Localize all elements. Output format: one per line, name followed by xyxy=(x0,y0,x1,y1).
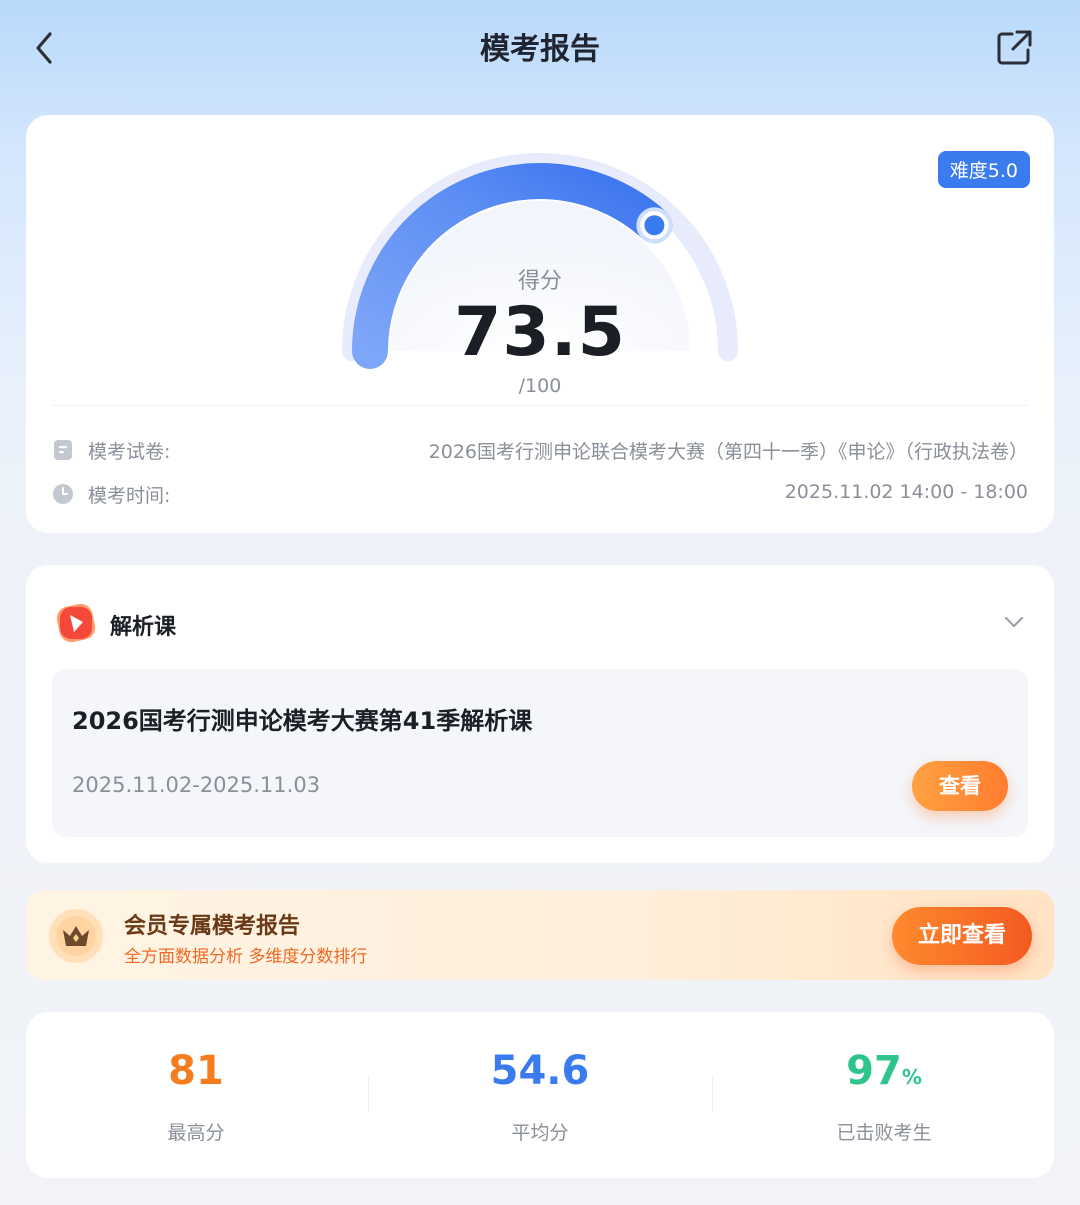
time-row: 模考时间: 2025.11.02 14:00 - 18:00 xyxy=(52,479,1028,509)
document-icon xyxy=(54,440,72,460)
time-label: 模考时间: xyxy=(88,485,171,507)
vip-subtitle: 全方面数据分析 多维度分数排行 xyxy=(124,947,368,967)
stat-value: 54.6 xyxy=(490,1048,590,1094)
stat-label: 已击败考生 xyxy=(836,1122,932,1144)
share-icon[interactable] xyxy=(994,28,1034,68)
stat-label: 最高分 xyxy=(167,1122,225,1144)
divider xyxy=(712,1076,713,1112)
stat-value: 81 xyxy=(168,1048,224,1094)
score-value: 73.5 xyxy=(454,293,626,372)
difficulty-badge: 难度5.0 xyxy=(937,151,1030,188)
vip-banner[interactable]: 会员专属模考报告 全方面数据分析 多维度分数排行 立即查看 xyxy=(26,890,1054,980)
paper-label: 模考试卷: xyxy=(88,441,171,463)
score-label: 得分 xyxy=(517,269,562,294)
stat-value: 97% xyxy=(846,1048,922,1094)
video-play-icon xyxy=(56,603,96,643)
section-title: 解析课 xyxy=(110,615,177,640)
view-button[interactable]: 查看 xyxy=(912,761,1008,811)
course-title: 2026国考行测申论模考大赛第41季解析课 xyxy=(72,707,533,735)
vip-title: 会员专属模考报告 xyxy=(124,914,301,939)
score-max: /100 xyxy=(518,375,562,397)
clock-icon xyxy=(53,484,73,504)
gauge-knob-dot xyxy=(644,215,665,236)
score-card: 难度5.0 得分 73.5 /100 模考试卷: 2026国考行测申论联合模考大… xyxy=(26,115,1054,533)
divider xyxy=(52,405,1028,406)
course-section: 解析课 2026国考行测申论模考大赛第41季解析课 2025.11.02-202… xyxy=(26,565,1054,863)
vip-view-button[interactable]: 立即查看 xyxy=(892,907,1032,965)
chevron-down-icon[interactable] xyxy=(1004,615,1024,629)
stat-beaten: 97% 已击败考生 xyxy=(734,1048,1034,1145)
course-item[interactable]: 2026国考行测申论模考大赛第41季解析课 2025.11.02-2025.11… xyxy=(52,669,1028,837)
time-value: 2025.11.02 14:00 - 18:00 xyxy=(784,481,1028,503)
stat-max: 81 最高分 xyxy=(46,1048,346,1145)
top-bar: 模考报告 xyxy=(0,0,1080,100)
stats-card: 81 最高分 54.6 平均分 97% 已击败考生 xyxy=(26,1012,1054,1178)
crown-icon xyxy=(49,909,103,963)
score-gauge: 得分 73.5 /100 xyxy=(306,145,774,397)
course-date: 2025.11.02-2025.11.03 xyxy=(72,773,321,797)
stat-label: 平均分 xyxy=(511,1122,569,1144)
page-title: 模考报告 xyxy=(480,32,600,67)
divider xyxy=(368,1076,369,1112)
stat-average: 54.6 平均分 xyxy=(390,1048,690,1145)
paper-value: 2026国考行测申论联合模考大赛（第四十一季）《申论》（行政执法卷） xyxy=(428,441,1028,463)
paper-row: 模考试卷: 2026国考行测申论联合模考大赛（第四十一季）《申论》（行政执法卷） xyxy=(52,435,1028,465)
